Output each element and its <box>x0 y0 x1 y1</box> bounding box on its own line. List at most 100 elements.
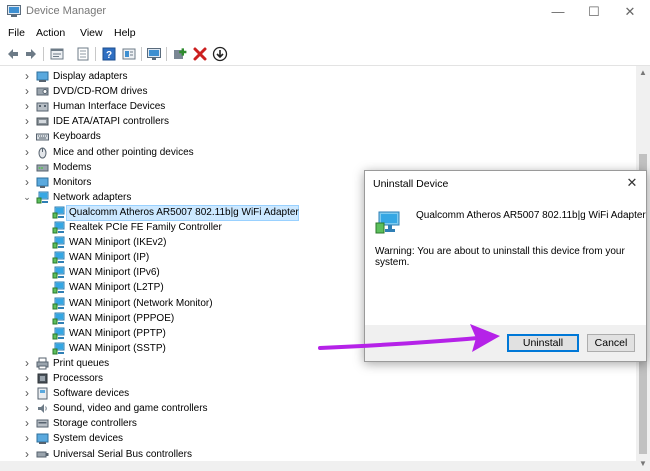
chevron-right-icon[interactable]: › <box>22 145 32 160</box>
close-window-button[interactable]: ✕ <box>612 0 648 24</box>
tree-category-item[interactable]: › System devices <box>0 431 630 446</box>
chevron-right-icon[interactable]: › <box>22 371 32 386</box>
tree-category-item[interactable]: › Keyboards <box>0 129 630 144</box>
processor-icon <box>37 373 48 384</box>
tree-category-label: Mice and other pointing devices <box>53 146 194 158</box>
add-driver-icon[interactable] <box>172 46 188 62</box>
tree-category-label: Storage controllers <box>53 418 137 430</box>
toolbar-separator <box>166 47 167 61</box>
network-adapter-icon <box>52 281 65 294</box>
chevron-right-icon[interactable]: › <box>22 84 32 99</box>
dialog-warning-text: Warning: You are about to uninstall this… <box>375 246 625 268</box>
help-icon[interactable]: ? <box>101 46 117 62</box>
tree-category-label: Modems <box>53 161 92 173</box>
network-adapter-icon <box>52 297 65 309</box>
chevron-right-icon[interactable]: › <box>22 69 32 84</box>
chevron-right-icon[interactable]: › <box>22 114 32 129</box>
title-bar: Device Manager — ☐ ✕ <box>0 0 650 24</box>
tree-category-label: Network adapters <box>53 191 132 203</box>
chevron-right-icon[interactable]: › <box>22 175 32 190</box>
toolbar-separator <box>141 47 142 61</box>
network-adapter-icon <box>52 312 65 325</box>
ide-controller-icon <box>36 117 49 126</box>
scroll-down-icon[interactable]: ▼ <box>636 457 650 471</box>
tree-device-label: Qualcomm Atheros AR5007 802.11b|g WiFi A… <box>69 206 299 218</box>
network-adapter-icon <box>52 206 65 219</box>
menu-help[interactable]: Help <box>114 27 136 39</box>
tree-category-item[interactable]: › Display adapters <box>0 69 630 84</box>
chevron-right-icon[interactable]: › <box>22 431 32 446</box>
tree-category-label: Display adapters <box>53 71 128 82</box>
tree-category-item[interactable]: › Software devices <box>0 386 630 401</box>
menu-view[interactable]: View <box>80 27 103 39</box>
properties-icon[interactable] <box>49 46 65 62</box>
monitor-scan-icon[interactable] <box>146 46 162 62</box>
network-adapter-icon <box>36 191 49 204</box>
uninstall-button[interactable]: Uninstall <box>507 334 579 352</box>
toolbar-separator <box>43 47 44 61</box>
dialog-title-bar: Uninstall Device ✕ <box>365 171 646 197</box>
tree-category-label: Keyboards <box>53 131 101 143</box>
usb-icon <box>36 451 49 457</box>
cancel-button[interactable]: Cancel <box>587 334 635 352</box>
tree-category-item[interactable]: › Processors <box>0 371 630 386</box>
tree-category-label: Monitors <box>53 176 92 188</box>
chevron-right-icon[interactable]: › <box>22 447 32 462</box>
tree-device-label: WAN Miniport (PPPOE) <box>69 312 175 324</box>
system-device-icon <box>36 433 49 445</box>
chevron-right-icon[interactable]: › <box>22 386 32 401</box>
minimize-button[interactable]: — <box>540 0 576 24</box>
device-manager-app-icon <box>7 5 21 17</box>
tree-device-label: Realtek PCIe FE Family Controller <box>69 222 222 233</box>
network-adapter-icon <box>52 221 65 234</box>
network-adapter-icon <box>375 211 400 234</box>
tree-category-item[interactable]: › DVD/CD-ROM drives <box>0 84 630 99</box>
network-adapter-icon <box>52 327 65 340</box>
tree-category-item[interactable]: › Storage controllers <box>0 416 630 431</box>
forward-arrow-icon[interactable] <box>23 46 39 62</box>
tree-category-item[interactable]: › Sound, video and game controllers <box>0 401 630 416</box>
back-arrow-icon[interactable] <box>5 46 21 62</box>
horizontal-scrollbar[interactable] <box>0 461 636 471</box>
mouse-icon <box>38 147 47 158</box>
chevron-right-icon[interactable]: › <box>22 129 32 144</box>
tree-device-label: WAN Miniport (SSTP) <box>69 342 166 354</box>
uninstall-device-dialog: Uninstall Device ✕ Qualcomm Atheros AR50… <box>364 170 647 362</box>
chevron-down-icon[interactable]: ⌄ <box>22 190 32 205</box>
tree-category-label: Print queues <box>53 357 110 369</box>
action-view-icon[interactable] <box>121 46 137 62</box>
keyboard-icon <box>36 133 49 141</box>
tree-category-item[interactable]: › Universal Serial Bus controllers <box>0 447 630 462</box>
hid-icon <box>36 102 49 112</box>
modem-icon <box>36 164 49 172</box>
svg-text:?: ? <box>106 50 112 61</box>
tree-category-item[interactable]: › Mice and other pointing devices <box>0 145 630 160</box>
uninstall-x-icon[interactable] <box>192 46 208 62</box>
tree-device-label: WAN Miniport (L2TP) <box>69 282 164 294</box>
maximize-button[interactable]: ☐ <box>576 0 612 24</box>
tree-device-label: WAN Miniport (Network Monitor) <box>69 297 213 309</box>
tree-category-item[interactable]: › Human Interface Devices <box>0 99 630 114</box>
dialog-device-name: Qualcomm Atheros AR5007 802.11b|g WiFi A… <box>416 210 646 221</box>
chevron-right-icon[interactable]: › <box>22 160 32 175</box>
network-adapter-icon <box>52 236 65 249</box>
tree-category-item[interactable]: › IDE ATA/ATAPI controllers <box>0 114 630 129</box>
chevron-right-icon[interactable]: › <box>22 99 32 114</box>
menu-file[interactable]: File <box>8 27 25 39</box>
scroll-up-icon[interactable]: ▲ <box>636 66 650 80</box>
menu-action[interactable]: Action <box>36 27 65 39</box>
update-driver-icon[interactable] <box>212 46 228 62</box>
monitor-icon <box>36 177 49 188</box>
tree-category-label: Software devices <box>53 388 130 400</box>
chevron-right-icon[interactable]: › <box>22 356 32 371</box>
display-adapter-icon <box>36 71 49 82</box>
show-hidden-icon[interactable] <box>75 46 91 62</box>
network-adapter-icon <box>52 251 65 264</box>
printer-icon <box>36 357 49 370</box>
chevron-right-icon[interactable]: › <box>22 401 32 416</box>
window-title: Device Manager <box>26 5 107 17</box>
tree-category-label: DVD/CD-ROM drives <box>53 86 148 98</box>
dialog-close-button[interactable]: ✕ <box>624 175 640 191</box>
chevron-right-icon[interactable]: › <box>22 416 32 431</box>
tree-category-label: Human Interface Devices <box>53 101 166 113</box>
